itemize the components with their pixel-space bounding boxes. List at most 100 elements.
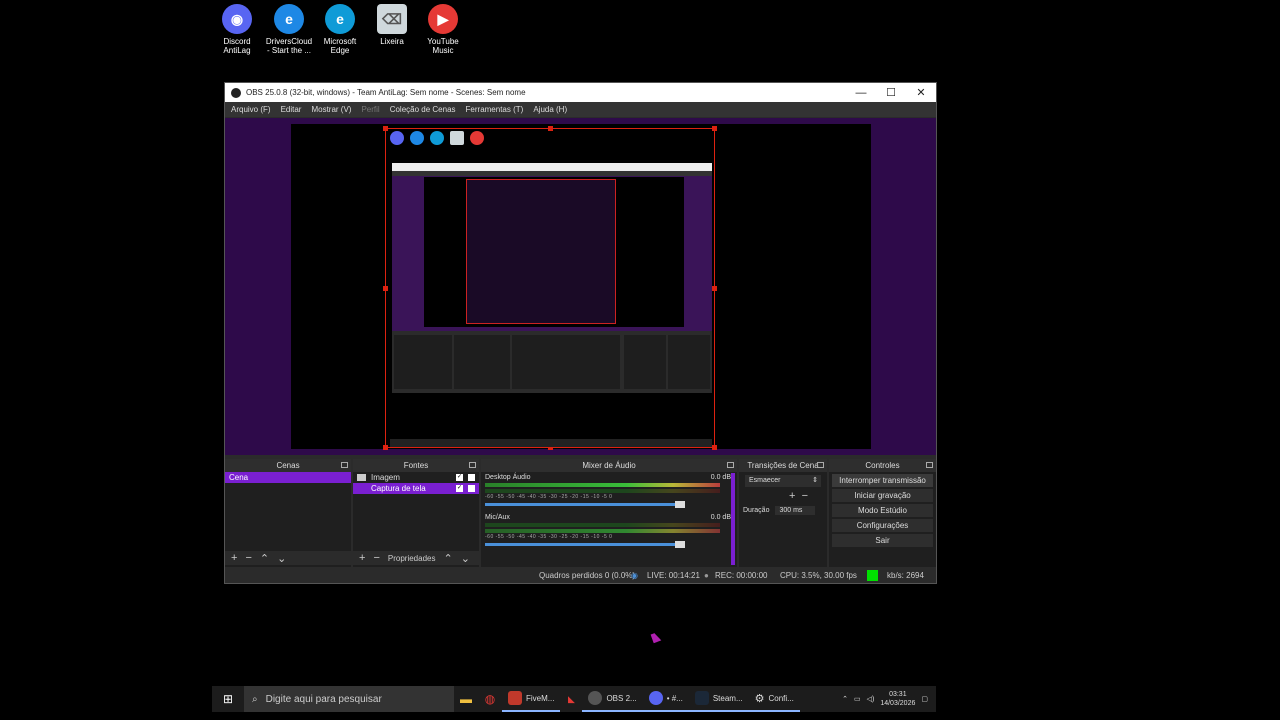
resize-handle[interactable]: [712, 126, 717, 131]
properties-button[interactable]: Propriedades: [388, 554, 436, 563]
cpu-usage: CPU: 3.5%, 30.00 fps: [780, 571, 857, 580]
duration-input[interactable]: 300 ms: [775, 506, 816, 515]
volume-slider[interactable]: [485, 501, 685, 508]
clock[interactable]: 03:31 14/03/2026: [880, 690, 915, 708]
rec-time: REC: 00:00:00: [715, 571, 768, 580]
minimize-button[interactable]: —: [846, 87, 876, 99]
menu-tools[interactable]: Ferramentas (T): [466, 105, 524, 114]
visibility-checkbox[interactable]: ✓: [456, 485, 463, 492]
scenes-toolbar: + − ⌃ ⌄: [225, 551, 351, 565]
studio-mode-button[interactable]: Modo Estúdio: [832, 504, 933, 517]
move-up-icon[interactable]: ⌃: [443, 552, 452, 565]
desktop-icon-recycle-bin[interactable]: ⌫ Lixeira: [367, 4, 417, 46]
connection-indicator: [867, 570, 878, 581]
obs-taskbar-item[interactable]: OBS 2...: [582, 686, 643, 712]
menu-scene-collection[interactable]: Coleção de Cenas: [390, 105, 456, 114]
scene-item[interactable]: Cena: [225, 472, 351, 483]
volume-icon[interactable]: ◁): [867, 695, 875, 703]
slider-knob[interactable]: [675, 501, 685, 508]
volume-slider[interactable]: [485, 541, 685, 548]
resize-handle[interactable]: [548, 126, 553, 131]
remove-icon[interactable]: −: [802, 490, 808, 502]
search-box[interactable]: ⌕ Digite aqui para pesquisar: [244, 686, 454, 712]
desktop-icon-youtube-music[interactable]: ▶ YouTube Music: [418, 4, 468, 55]
preview-area[interactable]: [225, 118, 936, 455]
settings-taskbar-item[interactable]: ⚙ Confi...: [748, 686, 800, 712]
visibility-checkbox[interactable]: ✓: [456, 474, 463, 481]
menu-view[interactable]: Mostrar (V): [311, 105, 351, 114]
menu-edit[interactable]: Editar: [281, 105, 302, 114]
track-db: 0.0 dB: [710, 474, 731, 481]
notifications-icon[interactable]: ▢: [921, 695, 928, 703]
desktop-icon-driverscloud[interactable]: e DriversCloud - Start the ...: [264, 4, 314, 55]
windows-start-icon[interactable]: ⊞: [212, 692, 244, 706]
duration-row: Duração 300 ms: [743, 506, 823, 515]
window-title: OBS 25.0.8 (32-bit, windows) - Team Anti…: [246, 88, 526, 97]
undock-icon[interactable]: [817, 462, 824, 468]
move-up-icon[interactable]: ⌃: [260, 552, 269, 565]
meter-scale: -60 -55 -50 -45 -40 -35 -30 -25 -20 -15 …: [485, 494, 613, 500]
menu-profile[interactable]: Perfil: [361, 105, 379, 114]
search-placeholder: Digite aqui para pesquisar: [265, 693, 382, 705]
mixer-scrollbar[interactable]: [731, 473, 735, 565]
source-item[interactable]: Captura de tela ✓: [353, 483, 479, 494]
close-button[interactable]: ✕: [906, 86, 936, 99]
obs-titlebar[interactable]: OBS 25.0.8 (32-bit, windows) - Team Anti…: [225, 83, 936, 102]
steam-taskbar-item[interactable]: Steam...: [688, 686, 749, 712]
undock-icon[interactable]: [469, 462, 476, 468]
discord-antilag-icon: ◉: [222, 4, 252, 34]
undock-icon[interactable]: [341, 462, 348, 468]
desktop: ◉ Discord AntiLag e DriversCloud - Start…: [0, 0, 1280, 720]
clock-date: 14/03/2026: [880, 700, 916, 707]
resize-handle[interactable]: [712, 286, 717, 291]
move-down-icon[interactable]: ⌄: [277, 552, 286, 565]
resize-handle[interactable]: [712, 445, 717, 450]
duration-label: Duração: [743, 507, 770, 514]
stop-streaming-button[interactable]: Interromper transmissão: [832, 474, 933, 487]
fivem-icon: [508, 691, 522, 705]
desktop-icon-label: Microsoft Edge: [323, 37, 357, 55]
slider-knob[interactable]: [675, 541, 685, 548]
file-explorer-icon[interactable]: ▬: [454, 692, 478, 706]
controls-title: Controles: [829, 459, 936, 472]
chrome-icon[interactable]: ◍: [478, 692, 502, 706]
lock-checkbox[interactable]: [468, 485, 475, 492]
add-icon[interactable]: +: [359, 552, 365, 564]
discord-taskbar-item[interactable]: • #...: [642, 686, 689, 712]
desktop-icon-edge[interactable]: e Microsoft Edge: [315, 4, 365, 55]
mixer-track: Desktop Áudio 0.0 dB -60 -55 -50 -45 -40…: [481, 472, 737, 512]
add-icon[interactable]: +: [789, 490, 795, 502]
nested-titlebar: [392, 163, 712, 171]
exit-button[interactable]: Sair: [832, 534, 933, 547]
remove-icon[interactable]: −: [373, 552, 379, 564]
undock-icon[interactable]: [926, 462, 933, 468]
undock-icon[interactable]: [727, 462, 734, 468]
desktop-icon-label: DriversCloud - Start the ...: [265, 37, 313, 55]
source-item[interactable]: Imagem ✓: [353, 472, 479, 483]
fivem-taskbar-item[interactable]: FiveM...: [502, 686, 561, 712]
resize-handle[interactable]: [383, 286, 388, 291]
resize-handle[interactable]: [383, 445, 388, 450]
add-icon[interactable]: +: [231, 552, 237, 564]
menu-file[interactable]: Arquivo (F): [231, 105, 271, 114]
chevron-up-icon[interactable]: ⌃: [842, 695, 848, 703]
nested-discord-icon: [390, 131, 404, 145]
lock-checkbox[interactable]: [468, 474, 475, 481]
mouse-cursor-icon: [650, 631, 662, 644]
move-down-icon[interactable]: ⌄: [461, 552, 470, 565]
resize-handle[interactable]: [383, 126, 388, 131]
start-recording-button[interactable]: Iniciar gravação: [832, 489, 933, 502]
source-item-label: Imagem: [371, 473, 400, 482]
sources-title: Fontes: [353, 459, 479, 472]
preview-canvas[interactable]: [291, 124, 871, 450]
menu-help[interactable]: Ajuda (H): [533, 105, 567, 114]
selected-source-bounds[interactable]: [383, 126, 717, 450]
controls-panel: Controles Interromper transmissão Inicia…: [829, 459, 936, 567]
remove-icon[interactable]: −: [245, 552, 251, 564]
maximize-button[interactable]: ☐: [876, 86, 906, 99]
settings-button[interactable]: Configurações: [832, 519, 933, 532]
amd-icon[interactable]: ◣: [560, 694, 582, 705]
network-icon[interactable]: ▭: [854, 695, 861, 703]
desktop-icon-discord-antilag[interactable]: ◉ Discord AntiLag: [212, 4, 262, 55]
transition-select[interactable]: Esmaecer ⇕: [745, 475, 821, 487]
